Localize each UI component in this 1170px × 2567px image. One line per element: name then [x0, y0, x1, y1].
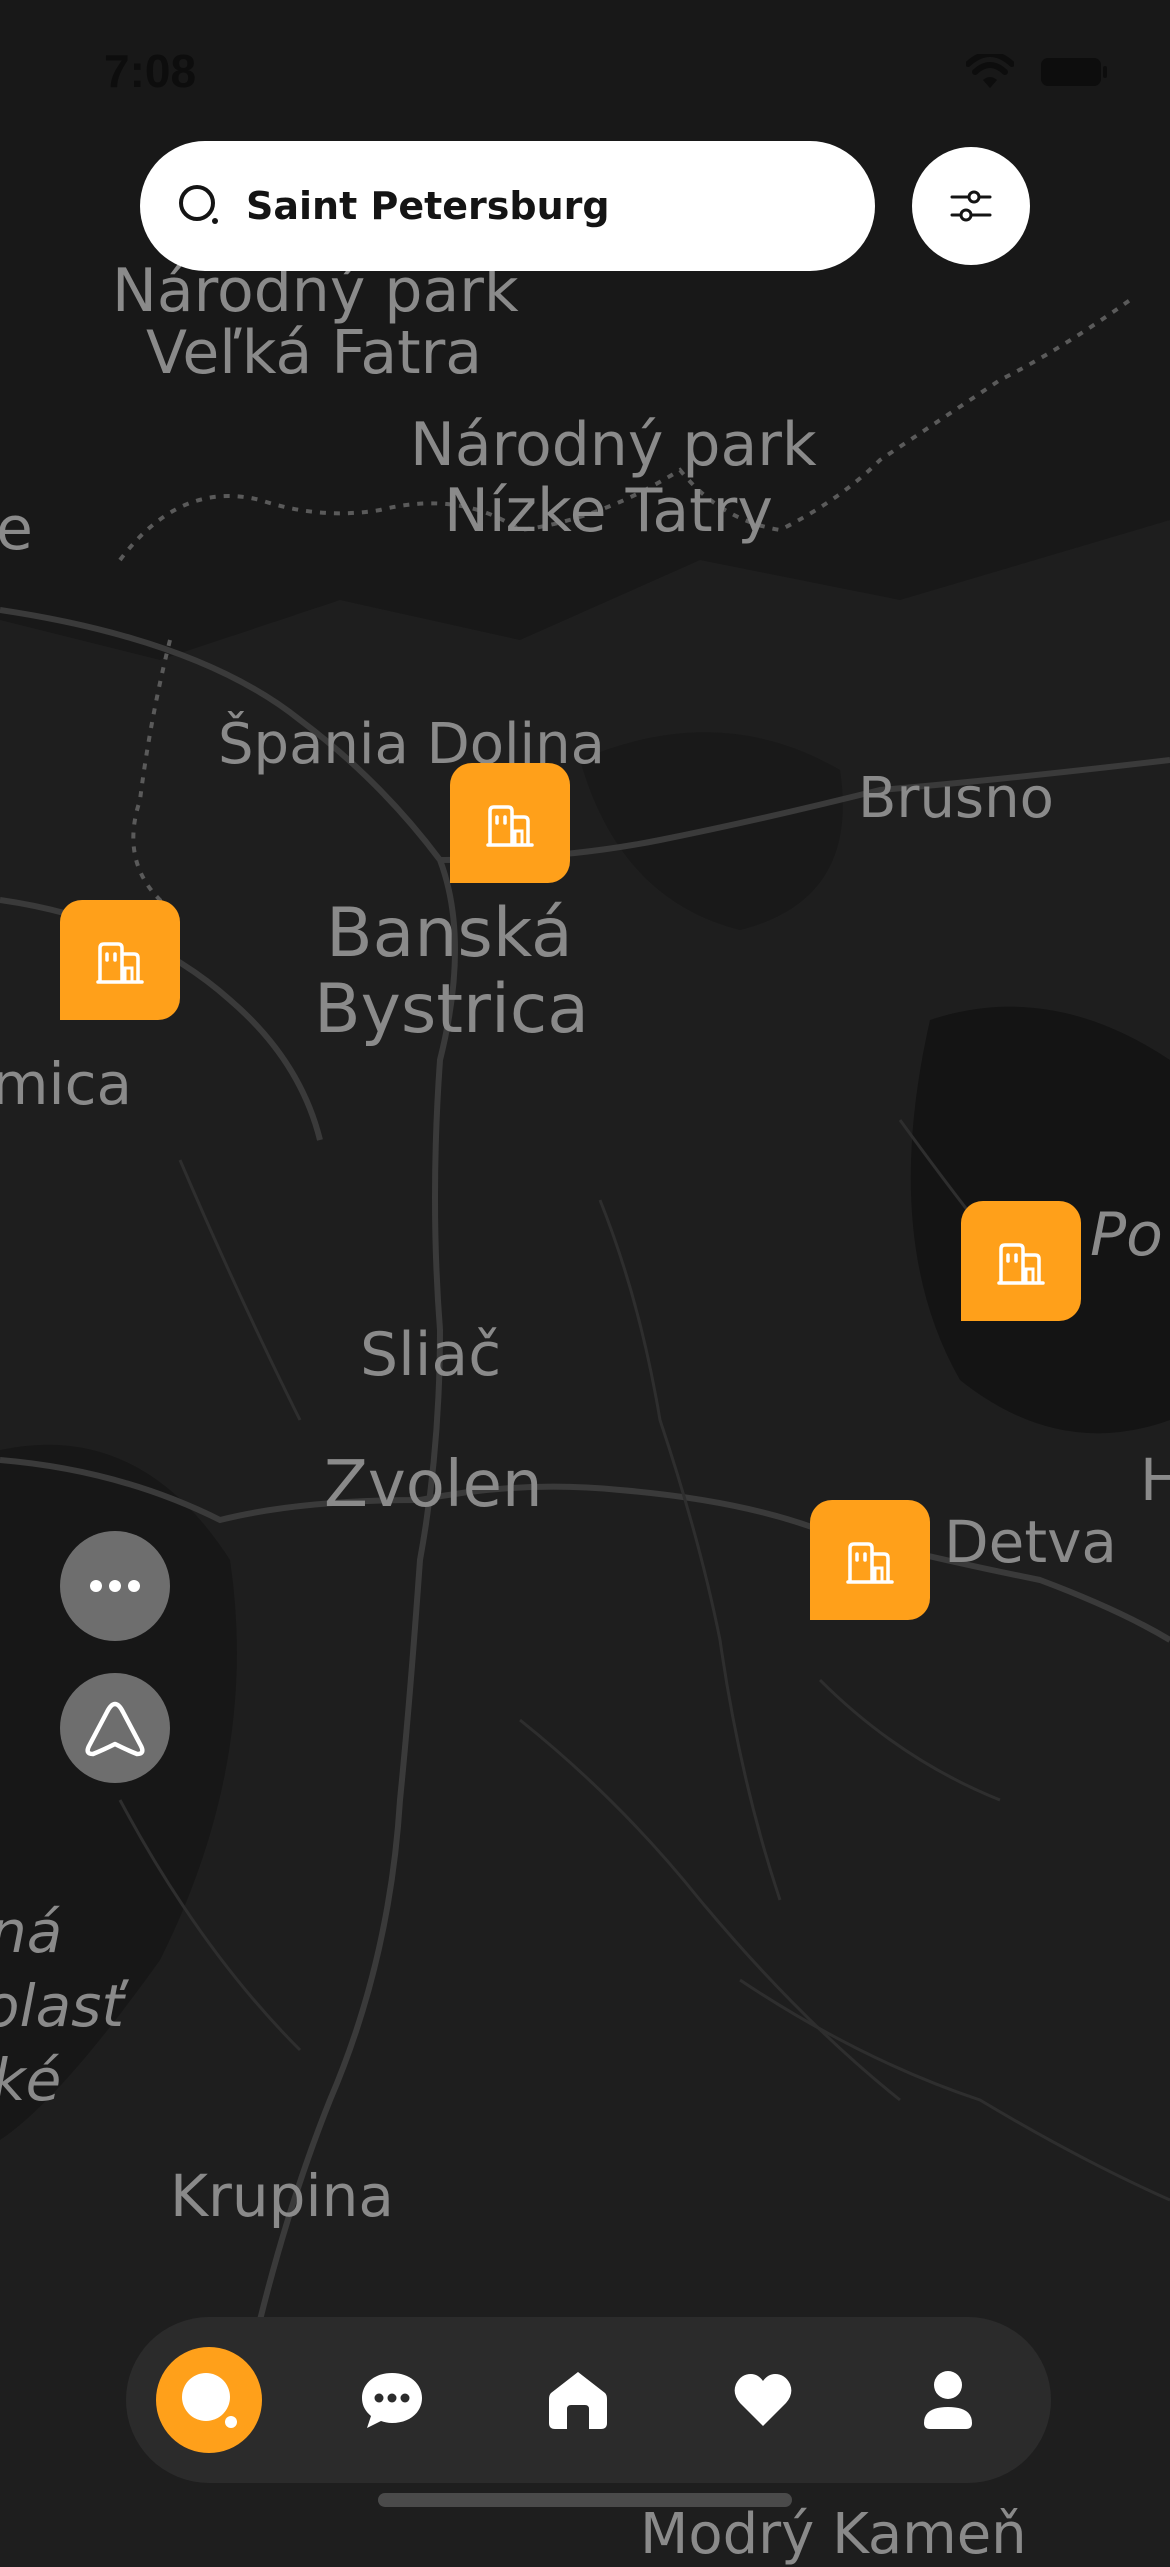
map-label-bottom-edge: Modrý Kameň — [640, 2502, 1027, 2567]
map-label-bystrica: Bystrica — [314, 970, 589, 1049]
hotel-marker-detva[interactable] — [810, 1500, 930, 1620]
map-label-krupina: Krupina — [170, 2162, 394, 2230]
location-button[interactable] — [60, 1673, 170, 1783]
tab-profile[interactable] — [893, 2345, 1003, 2455]
map-label-ke: ké — [0, 2046, 62, 2114]
status-icons — [966, 54, 1108, 90]
home-icon — [548, 2372, 607, 2429]
heart-icon — [734, 2374, 792, 2426]
home-indicator — [378, 2493, 792, 2507]
battery-icon — [1041, 58, 1107, 86]
more-options-button[interactable] — [60, 1531, 170, 1641]
hotel-marker-west[interactable] — [60, 900, 180, 1020]
building-icon — [997, 1243, 1045, 1285]
search-bar[interactable]: Saint Petersburg — [140, 141, 875, 271]
bottom-tab-bar — [126, 2317, 1051, 2483]
more-dots-icon — [90, 1580, 140, 1592]
map-label-velka-fatra: Veľká Fatra — [146, 318, 483, 388]
map-label-nizke-tatry: Nízke Tatry — [444, 476, 773, 546]
map-label-na: ná — [0, 1898, 63, 1966]
hotel-marker-east[interactable] — [961, 1201, 1081, 1321]
map-label-zvolen: Zvolen — [324, 1448, 543, 1522]
building-icon — [96, 942, 144, 984]
search-icon — [179, 185, 218, 224]
building-icon — [486, 805, 534, 847]
tab-messages[interactable] — [337, 2345, 447, 2455]
map-label-brusno: Brusno — [858, 766, 1054, 831]
chat-icon — [362, 2373, 423, 2428]
map-label-edge-e: e — [0, 494, 33, 564]
navigation-arrow-icon — [85, 1701, 145, 1757]
tab-search[interactable] — [156, 2347, 262, 2453]
map-label-sliac: Sliač — [360, 1320, 502, 1390]
search-input-value[interactable]: Saint Petersburg — [246, 184, 610, 228]
hotel-marker-spania-dolina[interactable] — [450, 763, 570, 883]
map-label-narodny-park-2: Národný park — [410, 410, 817, 480]
search-icon — [182, 2373, 237, 2428]
filter-button[interactable] — [912, 147, 1030, 265]
wifi-icon — [966, 54, 1014, 88]
tab-favorites[interactable] — [708, 2345, 818, 2455]
map-label-banska: Banská — [326, 894, 573, 973]
map-label-po: Po — [1090, 1200, 1163, 1270]
map-label-mica: mica — [0, 1050, 133, 1118]
building-icon — [846, 1542, 894, 1584]
user-icon — [924, 2371, 972, 2429]
map-label-olast: olasť — [0, 1972, 125, 2040]
map-label-detva: Detva — [944, 1508, 1117, 1576]
tab-home[interactable] — [523, 2345, 633, 2455]
sliders-icon — [950, 190, 992, 222]
map-label-h: H — [1140, 1446, 1170, 1514]
status-time: 7:08 — [104, 45, 197, 97]
